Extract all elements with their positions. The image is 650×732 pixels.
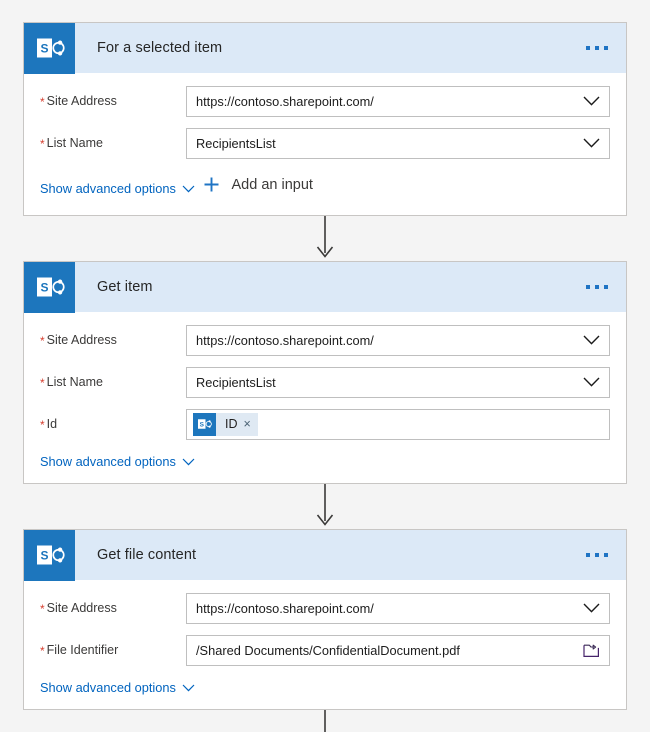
list-name-input[interactable]: RecipientsList [186, 127, 610, 159]
more-options-icon[interactable] [584, 279, 610, 295]
flow-card-get-item[interactable]: S Get item * Site Address https://contos… [23, 261, 627, 484]
show-advanced-options-link[interactable]: Show advanced options [40, 454, 195, 469]
card-body: * Site Address https://contoso.sharepoin… [24, 591, 626, 709]
flow-card-get-file-content[interactable]: S Get file content * Site Address https:… [23, 529, 627, 710]
field-label: * List Name [40, 375, 186, 389]
field-label-text: Site Address [46, 601, 117, 615]
sharepoint-icon: S [24, 529, 75, 581]
add-an-input-label: Add an input [231, 176, 313, 193]
field-label-text: File Identifier [46, 643, 119, 657]
chevron-down-icon[interactable] [577, 594, 605, 623]
field-site-address: * Site Address https://contoso.sharepoin… [40, 323, 610, 357]
show-advanced-options-link[interactable]: Show advanced options [40, 680, 195, 695]
svg-text:S: S [40, 548, 48, 562]
connector-arrow-1 [23, 216, 627, 261]
field-label-text: List Name [46, 136, 103, 150]
flow-card-for-a-selected-item[interactable]: S For a selected item * Site Address htt… [23, 22, 627, 216]
field-id: * Id S ID × [40, 407, 610, 441]
card-title: For a selected item [97, 40, 223, 56]
chevron-down-icon[interactable] [577, 368, 605, 397]
site-address-input[interactable]: https://contoso.sharepoint.com/ [186, 592, 610, 624]
field-label-text: Site Address [46, 94, 117, 108]
id-input[interactable]: S ID × [186, 408, 610, 440]
required-marker: * [40, 418, 45, 432]
card-header[interactable]: S Get file content [24, 529, 626, 581]
show-advanced-options-label: Show advanced options [40, 680, 176, 695]
field-label: * Site Address [40, 94, 186, 108]
field-label: * Site Address [40, 601, 186, 615]
site-address-input[interactable]: https://contoso.sharepoint.com/ [186, 85, 610, 117]
token-label: ID [225, 417, 238, 431]
field-list-name: * List Name RecipientsList [40, 126, 610, 160]
list-name-value: RecipientsList [196, 135, 276, 151]
more-options-icon[interactable] [584, 40, 610, 56]
sharepoint-icon: S [24, 22, 75, 74]
close-icon[interactable]: × [244, 418, 251, 431]
chevron-down-icon [182, 458, 195, 466]
list-name-value: RecipientsList [196, 374, 276, 390]
connector-arrow-2 [23, 484, 627, 529]
sharepoint-icon: S [193, 412, 216, 436]
svg-text:S: S [40, 280, 48, 294]
card-header[interactable]: S Get item [24, 261, 626, 313]
site-address-value: https://contoso.sharepoint.com/ [196, 93, 374, 109]
site-address-value: https://contoso.sharepoint.com/ [196, 332, 374, 348]
svg-text:S: S [40, 41, 48, 55]
flow-canvas: S For a selected item * Site Address htt… [0, 0, 650, 732]
card-title: Get item [97, 279, 153, 295]
chevron-down-icon [182, 684, 195, 692]
field-label-text: List Name [46, 375, 103, 389]
site-address-input[interactable]: https://contoso.sharepoint.com/ [186, 324, 610, 356]
show-advanced-options-link[interactable]: Show advanced options [40, 181, 195, 196]
list-name-input[interactable]: RecipientsList [186, 366, 610, 398]
required-marker: * [40, 644, 45, 658]
show-advanced-options-label: Show advanced options [40, 181, 176, 196]
svg-text:S: S [200, 421, 205, 428]
show-advanced-options-label: Show advanced options [40, 454, 176, 469]
field-label: * File Identifier [40, 643, 186, 657]
field-label-text: Site Address [46, 333, 117, 347]
card-body: * Site Address https://contoso.sharepoin… [24, 323, 626, 483]
chevron-down-icon[interactable] [577, 87, 605, 116]
sharepoint-icon: S [24, 261, 75, 313]
required-marker: * [40, 95, 45, 109]
field-site-address: * Site Address https://contoso.sharepoin… [40, 84, 610, 118]
add-an-input-button[interactable]: Add an input [201, 176, 313, 197]
card-body: * Site Address https://contoso.sharepoin… [24, 84, 626, 215]
field-label: * Id [40, 417, 186, 431]
more-options-icon[interactable] [584, 547, 610, 563]
chevron-down-icon[interactable] [577, 129, 605, 158]
field-site-address: * Site Address https://contoso.sharepoin… [40, 591, 610, 625]
site-address-value: https://contoso.sharepoint.com/ [196, 600, 374, 616]
dynamic-content-token[interactable]: S ID × [193, 412, 258, 436]
vertical-line [310, 710, 340, 732]
required-marker: * [40, 334, 45, 348]
required-marker: * [40, 376, 45, 390]
connector-line-3 [23, 710, 627, 732]
field-list-name: * List Name RecipientsList [40, 365, 610, 399]
file-identifier-value: /Shared Documents/ConfidentialDocument.p… [196, 642, 460, 658]
field-label-text: Id [46, 417, 58, 431]
card-header[interactable]: S For a selected item [24, 22, 626, 74]
chevron-down-icon [182, 185, 195, 193]
folder-picker-icon[interactable] [577, 636, 605, 665]
field-label: * List Name [40, 136, 186, 150]
card-title: Get file content [97, 547, 197, 563]
required-marker: * [40, 137, 45, 151]
file-identifier-input[interactable]: /Shared Documents/ConfidentialDocument.p… [186, 634, 610, 666]
arrow-down-icon [310, 484, 340, 529]
chevron-down-icon[interactable] [577, 326, 605, 355]
field-label: * Site Address [40, 333, 186, 347]
field-file-identifier: * File Identifier /Shared Documents/Conf… [40, 633, 610, 667]
plus-icon [201, 176, 223, 193]
arrow-down-icon [310, 216, 340, 261]
required-marker: * [40, 602, 45, 616]
